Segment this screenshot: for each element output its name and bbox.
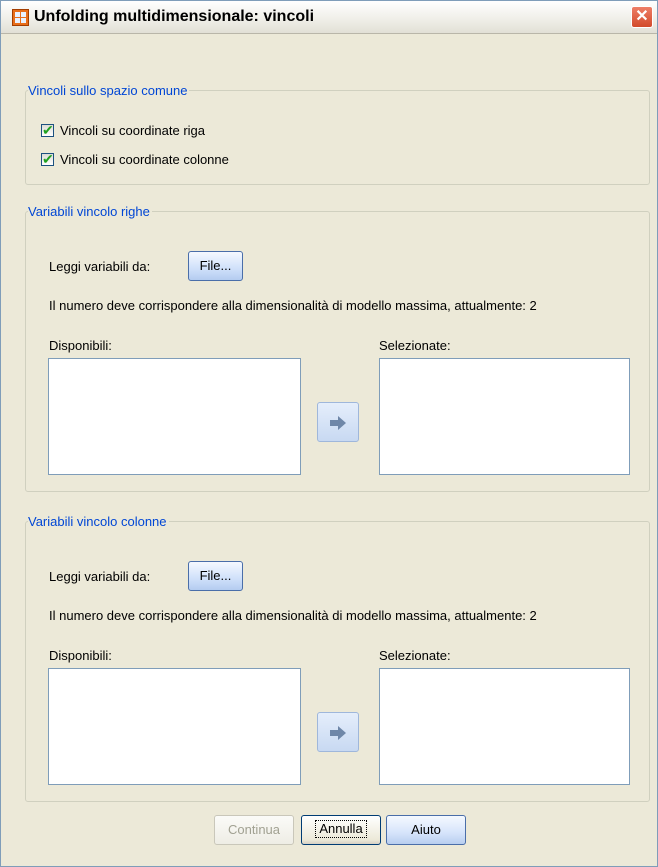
checkbox-checked-icon[interactable] [41, 150, 54, 168]
column-selected-label: Selezionate: [379, 648, 451, 663]
continue-button-label[interactable]: Continua [228, 822, 280, 837]
spss-data-grid-icon [12, 9, 29, 26]
row-selected-label: Selezionate: [379, 338, 451, 353]
help-button[interactable]: Aiuto [386, 815, 466, 845]
checkbox-checked-icon[interactable] [41, 121, 54, 139]
column-file-button[interactable]: File... [188, 561, 243, 591]
column-available-list[interactable] [48, 668, 301, 785]
dialog-window: Unfolding multidimensionale: vincoli ✕ V… [0, 0, 658, 867]
column-read-label: Leggi variabili da: [49, 569, 151, 584]
cancel-button[interactable]: Annulla [301, 815, 381, 845]
row-move-button[interactable] [317, 402, 359, 442]
column-variables-legend: Variabili vincolo colonne [28, 514, 167, 529]
title-bar[interactable]: Unfolding multidimensionale: vincoli ✕ [1, 1, 657, 34]
column-dimensionality-note: Il numero deve corrispondere alla dimens… [49, 608, 537, 623]
row-file-button[interactable]: File... [188, 251, 243, 281]
row-available-label: Disponibili: [49, 338, 112, 353]
row-selected-list[interactable] [379, 358, 630, 475]
column-file-button-label[interactable]: File... [200, 568, 232, 583]
column-move-button[interactable] [317, 712, 359, 752]
window-title: Unfolding multidimensionale: vincoli [34, 8, 315, 25]
row-read-label: Leggi variabili da: [49, 259, 151, 274]
column-available-label: Disponibili: [49, 648, 112, 663]
help-button-label[interactable]: Aiuto [411, 822, 441, 837]
right-arrow-icon [330, 416, 346, 430]
row-file-button-label[interactable]: File... [200, 258, 232, 273]
dialog-content: Vincoli sullo spazio comune Vincoli su c… [6, 34, 652, 863]
continue-button[interactable]: Continua [214, 815, 294, 845]
column-coordinates-label[interactable]: Vincoli su coordinate colonne [60, 151, 229, 169]
row-coordinates-label[interactable]: Vincoli su coordinate riga [60, 122, 205, 140]
row-available-list[interactable] [48, 358, 301, 475]
close-button[interactable]: ✕ [631, 6, 653, 28]
common-space-legend: Vincoli sullo spazio comune [28, 83, 188, 98]
row-variables-legend: Variabili vincolo righe [28, 204, 150, 219]
right-arrow-icon [330, 726, 346, 740]
column-selected-list[interactable] [379, 668, 630, 785]
cancel-button-label[interactable]: Annulla [315, 820, 367, 838]
row-dimensionality-note: Il numero deve corrispondere alla dimens… [49, 298, 537, 313]
